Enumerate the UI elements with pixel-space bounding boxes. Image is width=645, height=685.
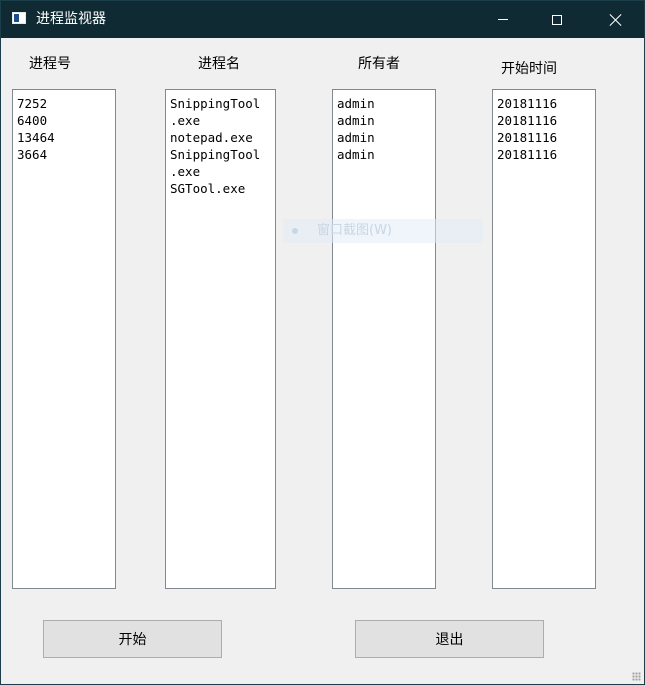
list-item[interactable]: 3664 (17, 146, 115, 163)
list-item[interactable]: admin (337, 95, 435, 112)
list-item[interactable]: 7252 (17, 95, 115, 112)
app-window-icon (12, 12, 26, 24)
list-item[interactable]: 20181116 (497, 95, 595, 112)
radio-dot-icon (292, 228, 298, 234)
owner-listbox[interactable]: admin admin admin admin (332, 89, 436, 589)
list-item[interactable]: admin (337, 146, 435, 163)
process-monitor-window: 进程监视器 进程号 进程名 所有者 开始时间 7252 6400 13464 3… (0, 0, 645, 685)
minimize-button[interactable] (475, 1, 531, 38)
pid-column-label: 进程号 (29, 56, 71, 72)
minimize-icon (498, 19, 508, 20)
list-item[interactable]: SGTool.exe (170, 180, 275, 197)
start-time-listbox[interactable]: 20181116 20181116 20181116 20181116 (492, 89, 596, 589)
start-time-column-label: 开始时间 (501, 61, 557, 77)
owner-column-label: 所有者 (358, 56, 400, 72)
list-item[interactable]: 20181116 (497, 112, 595, 129)
list-item[interactable]: notepad.exe (170, 129, 275, 146)
list-item[interactable]: admin (337, 129, 435, 146)
ghost-context-menu: 窗口截图(W) (283, 219, 483, 243)
close-icon (609, 13, 623, 27)
list-item[interactable]: 13464 (17, 129, 115, 146)
list-item[interactable]: .exe (170, 163, 275, 180)
title-bar[interactable]: 进程监视器 (1, 1, 644, 38)
list-item[interactable]: SnippingTool (170, 146, 275, 163)
process-name-column-label: 进程名 (198, 56, 240, 72)
list-item[interactable]: 6400 (17, 112, 115, 129)
resize-grip-icon[interactable] (632, 672, 641, 681)
maximize-button[interactable] (529, 1, 585, 38)
list-item[interactable]: SnippingTool (170, 95, 275, 112)
maximize-icon (552, 14, 562, 25)
window-title: 进程监视器 (36, 11, 106, 27)
list-item[interactable]: 20181116 (497, 129, 595, 146)
pid-listbox[interactable]: 7252 6400 13464 3664 (12, 89, 116, 589)
list-item[interactable]: .exe (170, 112, 275, 129)
close-button[interactable] (588, 1, 644, 38)
list-item[interactable]: admin (337, 112, 435, 129)
start-button[interactable]: 开始 (43, 620, 222, 658)
ghost-menu-item: 窗口截图(W) (317, 223, 392, 238)
list-item[interactable]: 20181116 (497, 146, 595, 163)
process-name-listbox[interactable]: SnippingTool .exe notepad.exe SnippingTo… (165, 89, 276, 589)
exit-button[interactable]: 退出 (355, 620, 544, 658)
